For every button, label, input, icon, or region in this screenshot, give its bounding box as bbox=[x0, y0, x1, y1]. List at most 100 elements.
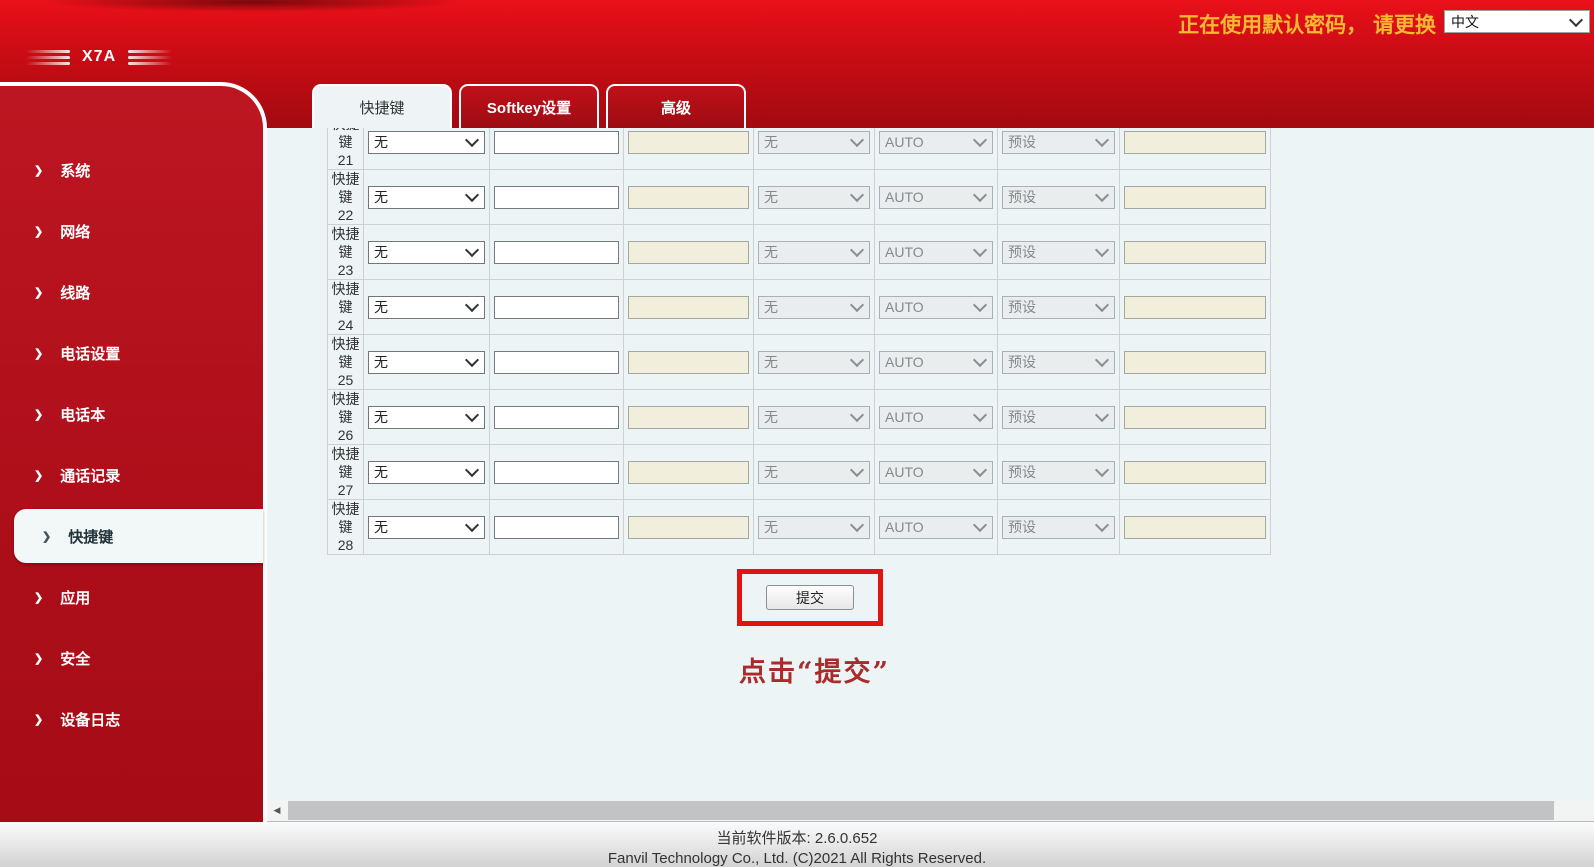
chevron-down-icon bbox=[1095, 463, 1109, 477]
chevron-down-icon bbox=[973, 408, 987, 422]
sidebar: ❯ 系统 ❯ 网络 ❯ 线路 ❯ 电话设置 ❯ 电话本 ❯ 通话记录 ❯ 快捷键… bbox=[0, 82, 267, 822]
chevron-down-icon bbox=[850, 298, 864, 312]
dsskey-subtype-select: 无 bbox=[758, 351, 870, 374]
dsskey-subtype-select: 无 bbox=[758, 241, 870, 264]
scroll-left-arrow-icon[interactable]: ◀ bbox=[267, 800, 287, 821]
chevron-down-icon bbox=[850, 463, 864, 477]
dsskey-label-input bbox=[628, 131, 749, 154]
row-label: 快捷键24 bbox=[328, 280, 364, 335]
dsskey-type-select[interactable]: 无 bbox=[368, 406, 485, 429]
sidebar-item-phonebook[interactable]: ❯ 电话本 bbox=[0, 384, 263, 445]
chevron-down-icon bbox=[465, 243, 479, 257]
dsskey-name-input bbox=[1124, 516, 1266, 539]
dsskey-name-input bbox=[1124, 296, 1266, 319]
row-label: 快捷键28 bbox=[328, 500, 364, 555]
chevron-down-icon bbox=[465, 408, 479, 422]
dsskey-value-input[interactable] bbox=[494, 406, 619, 429]
tab-softkey-settings[interactable]: Softkey设置 bbox=[459, 84, 599, 128]
table-row: 快捷键25 无 无 AUTO 预设 bbox=[328, 335, 1271, 390]
dsskey-line-select: AUTO bbox=[879, 406, 993, 429]
dsskey-type-select[interactable]: 无 bbox=[368, 131, 485, 154]
sidebar-item-network[interactable]: ❯ 网络 bbox=[0, 201, 263, 262]
dsskey-media-select: 预设 bbox=[1002, 296, 1115, 319]
dsskey-type-select[interactable]: 无 bbox=[368, 461, 485, 484]
row-label: 快捷键25 bbox=[328, 335, 364, 390]
dsskey-subtype-select: 无 bbox=[758, 131, 870, 154]
dsskey-value-input[interactable] bbox=[494, 351, 619, 374]
dsskey-line-select: AUTO bbox=[879, 516, 993, 539]
chevron-right-icon: ❯ bbox=[34, 286, 43, 299]
dsskey-type-select[interactable]: 无 bbox=[368, 241, 485, 264]
sidebar-item-call-logs[interactable]: ❯ 通话记录 bbox=[0, 445, 263, 506]
dsskey-label-input bbox=[628, 296, 749, 319]
sidebar-item-label: 设备日志 bbox=[60, 709, 120, 730]
dsskey-type-select[interactable]: 无 bbox=[368, 186, 485, 209]
dsskey-media-select: 预设 bbox=[1002, 516, 1115, 539]
horizontal-scrollbar[interactable]: ◀ bbox=[267, 800, 1594, 821]
tab-hotkey[interactable]: 快捷键 bbox=[312, 84, 452, 128]
dsskey-type-select[interactable]: 无 bbox=[368, 296, 485, 319]
chevron-down-icon bbox=[850, 353, 864, 367]
dsskey-value-input[interactable] bbox=[494, 516, 619, 539]
sidebar-item-application[interactable]: ❯ 应用 bbox=[0, 567, 263, 628]
dsskey-label-input bbox=[628, 516, 749, 539]
table-row: 快捷键23 无 无 AUTO 预设 bbox=[328, 225, 1271, 280]
dsskey-type-select[interactable]: 无 bbox=[368, 516, 485, 539]
main-content: 快捷键21 无 无 AUTO 预设 快捷键22 bbox=[267, 128, 1594, 800]
dsskey-value-input[interactable] bbox=[494, 241, 619, 264]
chevron-down-icon bbox=[973, 463, 987, 477]
chevron-down-icon bbox=[973, 188, 987, 202]
sidebar-item-security[interactable]: ❯ 安全 bbox=[0, 628, 263, 689]
chevron-down-icon bbox=[1095, 518, 1109, 532]
dsskey-name-input bbox=[1124, 186, 1266, 209]
sidebar-item-label: 电话设置 bbox=[60, 343, 120, 364]
annotation-text: 点击“提交” bbox=[739, 650, 1594, 689]
dsskey-media-select: 预设 bbox=[1002, 461, 1115, 484]
sidebar-item-line[interactable]: ❯ 线路 bbox=[0, 262, 263, 323]
chevron-down-icon bbox=[465, 518, 479, 532]
language-select[interactable]: 中文 bbox=[1444, 10, 1590, 33]
sidebar-item-function-key[interactable]: ❯ 快捷键 bbox=[14, 509, 263, 563]
dsskey-name-input bbox=[1124, 131, 1266, 154]
chevron-down-icon bbox=[850, 518, 864, 532]
table-row: 快捷键22 无 无 AUTO 预设 bbox=[328, 170, 1271, 225]
dsskey-value-input[interactable] bbox=[494, 461, 619, 484]
dsskey-value-input[interactable] bbox=[494, 296, 619, 319]
chevron-down-icon bbox=[465, 463, 479, 477]
dsskey-table-container: 快捷键21 无 无 AUTO 预设 快捷键22 bbox=[327, 128, 1272, 555]
scrollbar-thumb[interactable] bbox=[288, 801, 1554, 820]
submit-button[interactable]: 提交 bbox=[766, 585, 854, 610]
sidebar-item-system[interactable]: ❯ 系统 bbox=[0, 140, 263, 201]
table-row: 快捷键21 无 无 AUTO 预设 bbox=[328, 128, 1271, 170]
dsskey-name-input bbox=[1124, 351, 1266, 374]
chevron-right-icon: ❯ bbox=[34, 591, 43, 604]
logo-lines-right-icon bbox=[128, 50, 172, 65]
dsskey-value-input[interactable] bbox=[494, 131, 619, 154]
dsskey-line-select: AUTO bbox=[879, 186, 993, 209]
dsskey-label-input bbox=[628, 241, 749, 264]
chevron-down-icon bbox=[850, 408, 864, 422]
default-password-warning: 正在使用默认密码， 请更换 bbox=[1178, 9, 1436, 39]
dsskey-value-input[interactable] bbox=[494, 186, 619, 209]
sidebar-item-label: 线路 bbox=[60, 282, 90, 303]
dsskey-name-input bbox=[1124, 406, 1266, 429]
chevron-down-icon bbox=[1095, 243, 1109, 257]
sidebar-item-phone-settings[interactable]: ❯ 电话设置 bbox=[0, 323, 263, 384]
footer: 当前软件版本: 2.6.0.652 Fanvil Technology Co.,… bbox=[0, 821, 1594, 867]
dsskey-name-input bbox=[1124, 241, 1266, 264]
dsskey-media-select: 预设 bbox=[1002, 131, 1115, 154]
copyright: Fanvil Technology Co., Ltd. (C)2021 All … bbox=[0, 848, 1594, 867]
sidebar-item-device-log[interactable]: ❯ 设备日志 bbox=[0, 689, 263, 750]
chevron-down-icon bbox=[850, 243, 864, 257]
chevron-down-icon bbox=[1095, 408, 1109, 422]
row-label: 快捷键26 bbox=[328, 390, 364, 445]
chevron-down-icon bbox=[1095, 188, 1109, 202]
sidebar-item-label: 系统 bbox=[60, 160, 90, 181]
row-label: 快捷键22 bbox=[328, 170, 364, 225]
dsskey-type-select[interactable]: 无 bbox=[368, 351, 485, 374]
dsskey-name-input bbox=[1124, 461, 1266, 484]
tab-advanced[interactable]: 高级 bbox=[606, 84, 746, 128]
dsskey-media-select: 预设 bbox=[1002, 406, 1115, 429]
chevron-down-icon bbox=[1095, 298, 1109, 312]
dsskey-line-select: AUTO bbox=[879, 131, 993, 154]
